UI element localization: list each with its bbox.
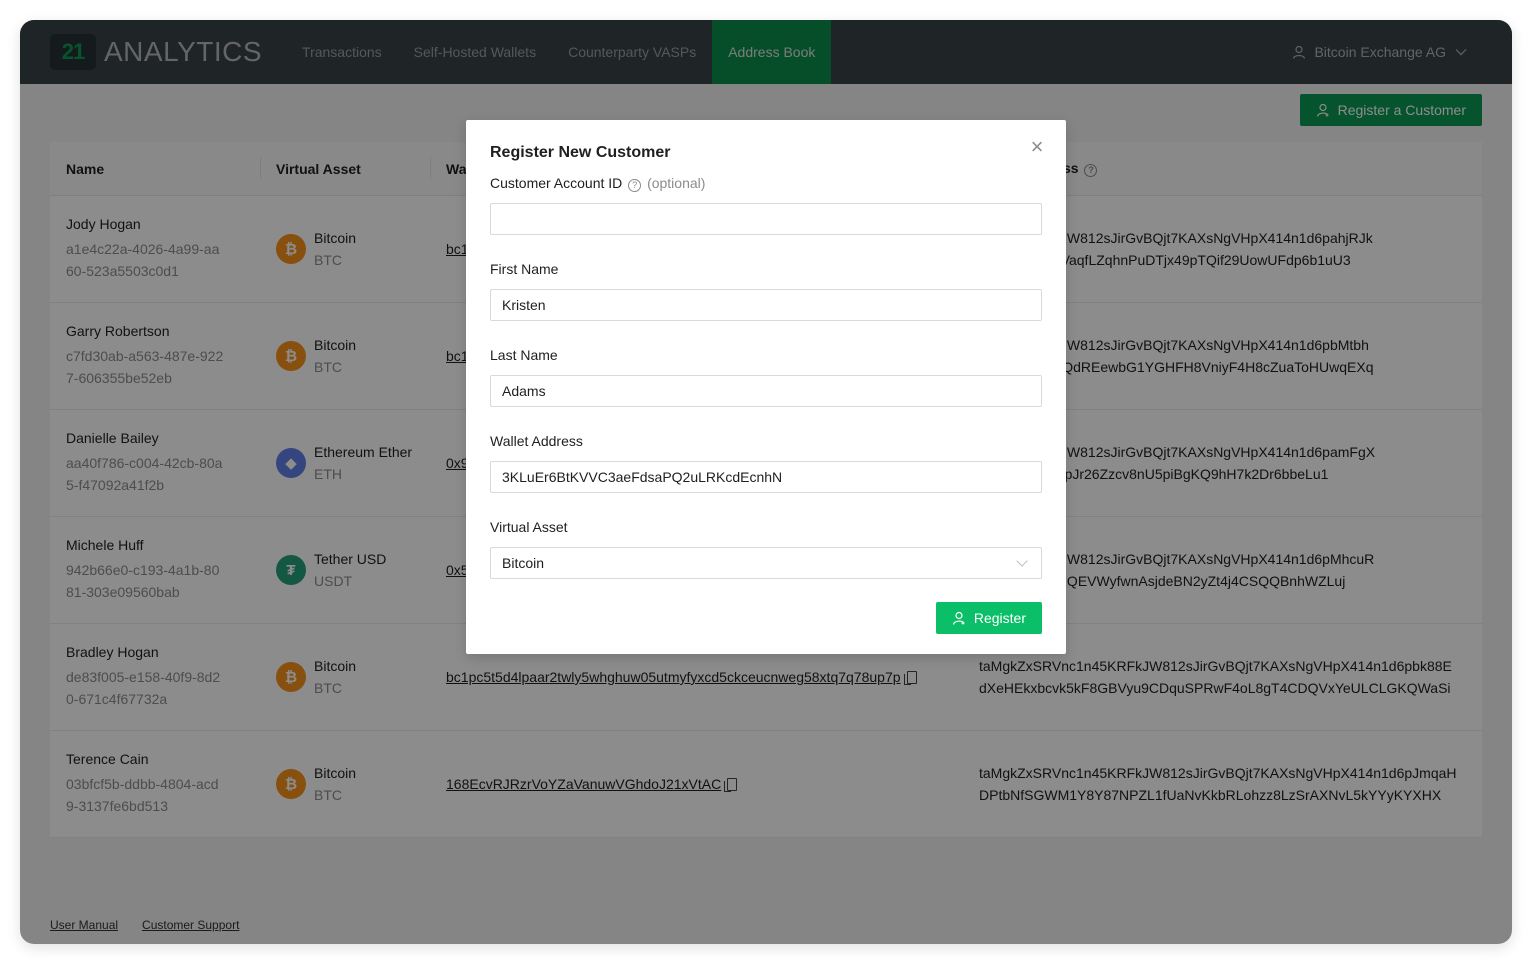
customer-account-id-input[interactable]: [490, 203, 1042, 235]
wallet-address-input[interactable]: 3KLuEr6BtKVVC3aeFdsaPQ2uLRKcdEcnhN: [490, 461, 1042, 493]
last-name-field: Last Name Adams: [490, 344, 1042, 407]
customer-account-id-label: Customer Account ID ? (optional): [490, 172, 1042, 194]
wallet-address-label: Wallet Address: [490, 433, 583, 449]
customer-account-id-label-text: Customer Account ID: [490, 175, 623, 191]
register-button-label: Register: [973, 610, 1026, 626]
chevron-down-icon: [1016, 555, 1028, 567]
virtual-asset-label: Virtual Asset: [490, 519, 568, 535]
first-name-input[interactable]: Kristen: [490, 289, 1042, 321]
customer-account-id-field: Customer Account ID ? (optional): [490, 172, 1042, 235]
virtual-asset-selected: Bitcoin: [502, 555, 545, 571]
virtual-asset-select[interactable]: Bitcoin: [490, 547, 1042, 579]
help-icon[interactable]: ?: [628, 179, 642, 192]
register-customer-modal: Register New Customer × Customer Account…: [466, 120, 1066, 654]
modal-title: Register New Customer: [490, 144, 671, 161]
first-name-label: First Name: [490, 261, 559, 277]
user-add-icon: [952, 611, 965, 625]
last-name-label: Last Name: [490, 347, 558, 363]
register-button[interactable]: Register: [935, 602, 1042, 634]
first-name-field: First Name Kristen: [490, 258, 1042, 321]
virtual-asset-field: Virtual Asset Bitcoin: [490, 516, 1042, 579]
wallet-address-field: Wallet Address 3KLuEr6BtKVVC3aeFdsaPQ2uL…: [490, 430, 1042, 493]
optional-hint: (optional): [647, 175, 706, 191]
last-name-input[interactable]: Adams: [490, 375, 1042, 407]
close-icon[interactable]: ×: [1028, 136, 1046, 158]
